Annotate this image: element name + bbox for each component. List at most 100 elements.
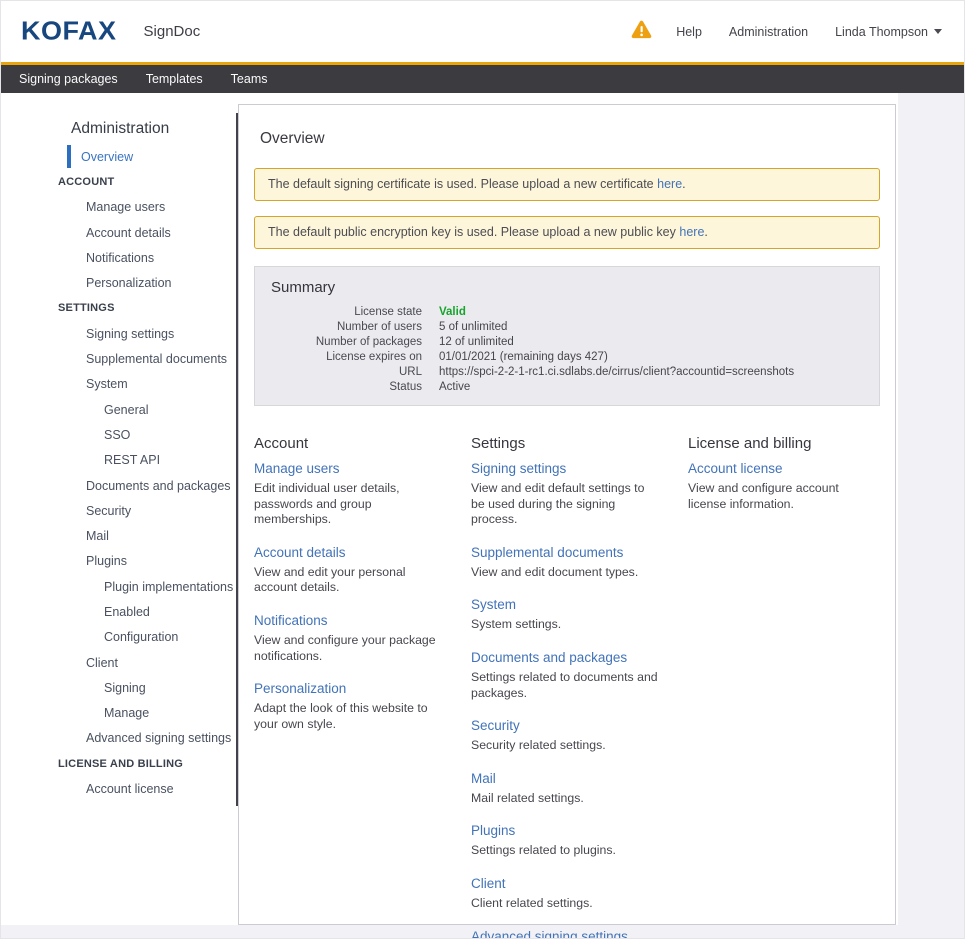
sidebar-item-enabled[interactable]: Enabled [1,605,150,619]
link-plugins[interactable]: Plugins [471,823,658,838]
sidebar-row: Signing [1,675,236,700]
sidebar: Administration OverviewACCOUNTManage use… [1,104,238,925]
link-documents-and-packages[interactable]: Documents and packages [471,650,658,665]
sidebar-item-account-details[interactable]: Account details [1,226,171,240]
page-title: Overview [260,130,880,148]
sidebar-item-notifications[interactable]: Notifications [1,251,154,265]
nav-item-teams[interactable]: Teams [231,72,268,86]
summary-label-url: URL [271,365,422,380]
nav-item-templates[interactable]: Templates [146,72,203,86]
summary-panel: Summary License stateValidNumber of user… [254,266,880,406]
sidebar-item-sso[interactable]: SSO [1,428,130,442]
sidebar-item-general[interactable]: General [1,403,148,417]
upload-public-key-link[interactable]: here [679,225,704,239]
desc-documents-and-packages: Settings related to documents and packag… [471,670,658,701]
sidebar-item-advanced-signing-settings[interactable]: Advanced signing settings [1,731,231,745]
summary-value-number-of-users: 5 of unlimited [439,320,863,335]
administration-link[interactable]: Administration [729,25,808,39]
sidebar-item-documents-and-packages[interactable]: Documents and packages [1,479,231,493]
sidebar-row: Documents and packages [1,473,236,498]
summary-value-status: Active [439,380,863,395]
sidebar-item-plugins[interactable]: Plugins [1,554,127,568]
summary-value-license-state: Valid [439,305,863,320]
link-account-details[interactable]: Account details [254,545,441,560]
summary-value-url: https://spci-2-2-1-rc1.ci.sdlabs.de/cirr… [439,365,863,380]
desc-personalization: Adapt the look of this website to your o… [254,701,441,732]
sidebar-row: Supplemental documents [1,346,236,371]
sidebar-item-personalization[interactable]: Personalization [1,276,171,290]
link-notifications[interactable]: Notifications [254,613,441,628]
link-account-license[interactable]: Account license [688,461,875,476]
product-name: SignDoc [144,23,201,40]
upload-certificate-link[interactable]: here [657,177,682,191]
signdoc-app: KOFAX SignDoc Help Administration Linda … [0,0,965,939]
desc-plugins: Settings related to plugins. [471,843,658,859]
banner-text: The default public encryption key is use… [268,225,676,239]
summary-label-license-state: License state [271,305,422,320]
sidebar-item-security[interactable]: Security [1,504,131,518]
encryption-key-warning-banner: The default public encryption key is use… [254,216,880,249]
link-security[interactable]: Security [471,718,658,733]
sidebar-row: Enabled [1,599,236,624]
column-settings: SettingsSigning settingsView and edit de… [471,435,658,939]
sidebar-item-supplemental-documents[interactable]: Supplemental documents [1,352,227,366]
sidebar-section-settings: SETTINGS [1,302,115,314]
user-menu[interactable]: Linda Thompson [835,25,942,39]
link-manage-users[interactable]: Manage users [254,461,441,476]
desc-manage-users: Edit individual user details, passwords … [254,481,441,528]
desc-mail: Mail related settings. [471,791,658,807]
desc-security: Security related settings. [471,738,658,754]
sidebar-row: Manage users [1,195,236,220]
column-license-and-billing: License and billingAccount licenseView a… [688,435,875,939]
sidebar-items: OverviewACCOUNTManage usersAccount detai… [1,144,236,802]
sidebar-row: Plugin implementations [1,574,236,599]
chevron-down-icon [934,29,942,34]
link-supplemental-documents[interactable]: Supplemental documents [471,545,658,560]
sidebar-item-mail[interactable]: Mail [1,529,109,543]
sidebar-row: General [1,397,236,422]
summary-label-license-expires-on: License expires on [271,350,422,365]
sidebar-row: Configuration [1,625,236,650]
link-signing-settings[interactable]: Signing settings [471,461,658,476]
sidebar-item-rest-api[interactable]: REST API [1,453,160,467]
sidebar-item-configuration[interactable]: Configuration [1,630,178,644]
summary-title: Summary [271,279,863,296]
help-link[interactable]: Help [676,25,702,39]
sidebar-item-signing[interactable]: Signing [1,681,146,695]
sidebar-row: Plugins [1,549,236,574]
nav-item-signing-packages[interactable]: Signing packages [19,72,118,86]
sidebar-item-manage[interactable]: Manage [1,706,149,720]
content-area: Administration OverviewACCOUNTManage use… [1,93,964,925]
sidebar-item-manage-users[interactable]: Manage users [1,200,165,214]
sidebar-row: LICENSE AND BILLING [1,751,236,776]
link-personalization[interactable]: Personalization [254,681,441,696]
navbar: Signing packages Templates Teams [1,65,964,93]
sidebar-row: System [1,372,236,397]
link-advanced-signing-settings[interactable]: Advanced signing settings [471,929,658,939]
summary-value-license-expires-on: 01/01/2021 (remaining days 427) [439,350,863,365]
sidebar-row: Advanced signing settings [1,726,236,751]
column-heading-license-and-billing: License and billing [688,435,875,452]
banner-suffix: . [682,177,685,191]
sidebar-item-plugin-implementations[interactable]: Plugin implementations [1,580,233,594]
sidebar-row: Security [1,498,236,523]
sidebar-row: Account license [1,776,236,801]
summary-label-status: Status [271,380,422,395]
summary-label-number-of-packages: Number of packages [271,335,422,350]
desc-notifications: View and configure your package notifica… [254,633,441,664]
banner-text: The default signing certificate is used.… [268,177,654,191]
sidebar-item-account-license[interactable]: Account license [1,782,174,796]
sidebar-row: Manage [1,701,236,726]
link-client[interactable]: Client [471,876,658,891]
link-system[interactable]: System [471,597,658,612]
link-mail[interactable]: Mail [471,771,658,786]
header-warning[interactable] [631,20,652,44]
desc-client: Client related settings. [471,896,658,912]
sidebar-item-system[interactable]: System [1,377,128,391]
sidebar-row: Notifications [1,245,236,270]
sidebar-item-signing-settings[interactable]: Signing settings [1,327,174,341]
content-band: Administration OverviewACCOUNTManage use… [1,93,898,925]
sidebar-item-client[interactable]: Client [1,656,118,670]
sidebar-item-overview[interactable]: Overview [1,150,133,164]
desc-system: System settings. [471,617,658,633]
